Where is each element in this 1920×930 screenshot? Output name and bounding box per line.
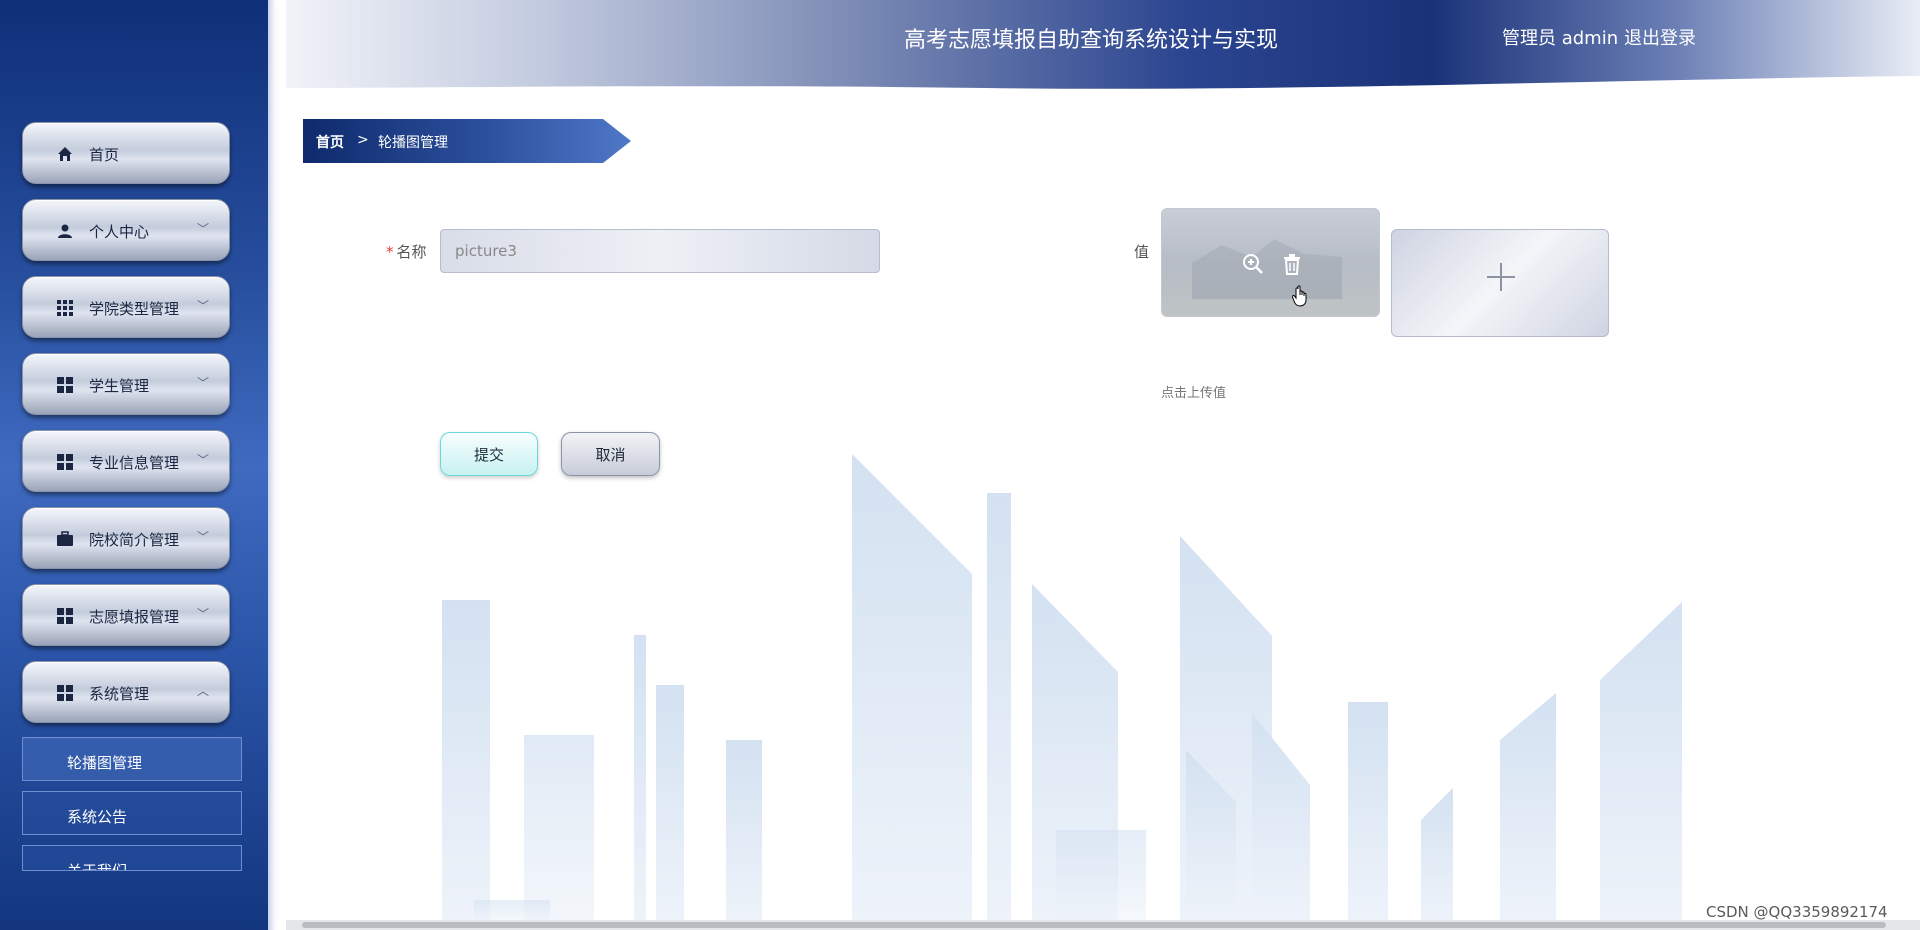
chevron-down-icon: ﹀ bbox=[196, 453, 209, 467]
sidebar-item-label: 系统管理 bbox=[89, 685, 150, 703]
grid-icon bbox=[57, 377, 73, 393]
chevron-down-icon: ﹀ bbox=[196, 376, 209, 390]
sidebar-item-label: 学院类型管理 bbox=[89, 300, 180, 318]
submenu-item-carousel[interactable]: 轮播图管理 bbox=[22, 737, 242, 781]
system-submenu: 轮播图管理 系统公告 关于我们 bbox=[22, 737, 242, 881]
grid-icon bbox=[57, 608, 73, 624]
submenu-item-announcement[interactable]: 系统公告 bbox=[22, 791, 242, 835]
cancel-button[interactable]: 取消 bbox=[561, 432, 660, 476]
sidebar-item-students[interactable]: 学生管理 ﹀ bbox=[22, 353, 230, 415]
sidebar-item-application[interactable]: 志愿填报管理 ﹀ bbox=[22, 584, 230, 646]
submenu-item-about-us[interactable]: 关于我们 bbox=[22, 845, 242, 871]
upload-image-button[interactable] bbox=[1391, 229, 1609, 337]
sidebar-menu: 首页 个人中心 ﹀ 学院类型管理 ﹀ 学生管理 ﹀ 专业信息管理 ﹀ 院校简介管… bbox=[22, 122, 230, 738]
logout-link[interactable]: 退出登录 bbox=[1624, 24, 1696, 50]
breadcrumb-separator: > bbox=[357, 132, 369, 148]
submit-button[interactable]: 提交 bbox=[440, 432, 538, 476]
chevron-down-icon: ﹀ bbox=[196, 299, 209, 313]
chevron-down-icon: ﹀ bbox=[196, 222, 209, 236]
sidebar-item-label: 院校简介管理 bbox=[89, 531, 180, 549]
sidebar-item-label: 个人中心 bbox=[89, 223, 150, 241]
sidebar: 首页 个人中心 ﹀ 学院类型管理 ﹀ 学生管理 ﹀ 专业信息管理 ﹀ 院校简介管… bbox=[0, 0, 268, 930]
breadcrumb: 首页 > 轮播图管理 bbox=[303, 119, 631, 163]
breadcrumb-home-link[interactable]: 首页 bbox=[316, 132, 344, 152]
thumbnail-hover-overlay bbox=[1162, 209, 1379, 316]
scrollbar-thumb[interactable] bbox=[302, 922, 1886, 928]
sidebar-item-system[interactable]: 系统管理 ︿ bbox=[22, 661, 230, 723]
grid-icon bbox=[57, 685, 73, 701]
name-input[interactable] bbox=[440, 229, 880, 273]
sidebar-item-college-type[interactable]: 学院类型管理 ﹀ bbox=[22, 276, 230, 338]
watermark: CSDN @QQ3359892174 bbox=[1706, 903, 1888, 921]
chevron-down-icon: ﹀ bbox=[196, 530, 209, 544]
city-background-illustration bbox=[442, 454, 1682, 920]
grid-icon bbox=[57, 300, 73, 316]
page-title: 高考志愿填报自助查询系统设计与实现 bbox=[904, 28, 1279, 53]
sidebar-item-label: 学生管理 bbox=[89, 377, 150, 395]
breadcrumb-current: 轮播图管理 bbox=[378, 135, 448, 151]
required-mark: * bbox=[386, 243, 394, 261]
sidebar-item-college-intro[interactable]: 院校简介管理 ﹀ bbox=[22, 507, 230, 569]
chevron-down-icon: ﹀ bbox=[196, 607, 209, 621]
chevron-up-icon: ︿ bbox=[196, 684, 209, 698]
sidebar-edge bbox=[268, 0, 276, 930]
sidebar-item-home[interactable]: 首页 bbox=[22, 122, 230, 184]
user-icon bbox=[57, 223, 73, 239]
hand-cursor-icon bbox=[1292, 285, 1307, 307]
delete-icon[interactable] bbox=[1281, 253, 1303, 275]
plus-icon bbox=[1487, 263, 1515, 291]
home-icon bbox=[57, 146, 73, 162]
name-label: * 名称 bbox=[386, 243, 427, 261]
sidebar-item-label: 首页 bbox=[89, 146, 120, 164]
value-label: 值 bbox=[1134, 243, 1150, 261]
sidebar-item-label: 专业信息管理 bbox=[89, 454, 180, 472]
grid-icon bbox=[57, 454, 73, 470]
briefcase-icon bbox=[57, 531, 73, 547]
upload-hint: 点击上传值 bbox=[1161, 386, 1227, 401]
uploaded-image-thumbnail[interactable] bbox=[1161, 208, 1380, 317]
current-user: 管理员 admin bbox=[1502, 28, 1619, 49]
horizontal-scrollbar[interactable] bbox=[286, 920, 1920, 930]
zoom-in-icon[interactable] bbox=[1242, 253, 1264, 275]
sidebar-item-personal-center[interactable]: 个人中心 ﹀ bbox=[22, 199, 230, 261]
sidebar-item-label: 志愿填报管理 bbox=[89, 608, 180, 626]
sidebar-item-major-info[interactable]: 专业信息管理 ﹀ bbox=[22, 430, 230, 492]
